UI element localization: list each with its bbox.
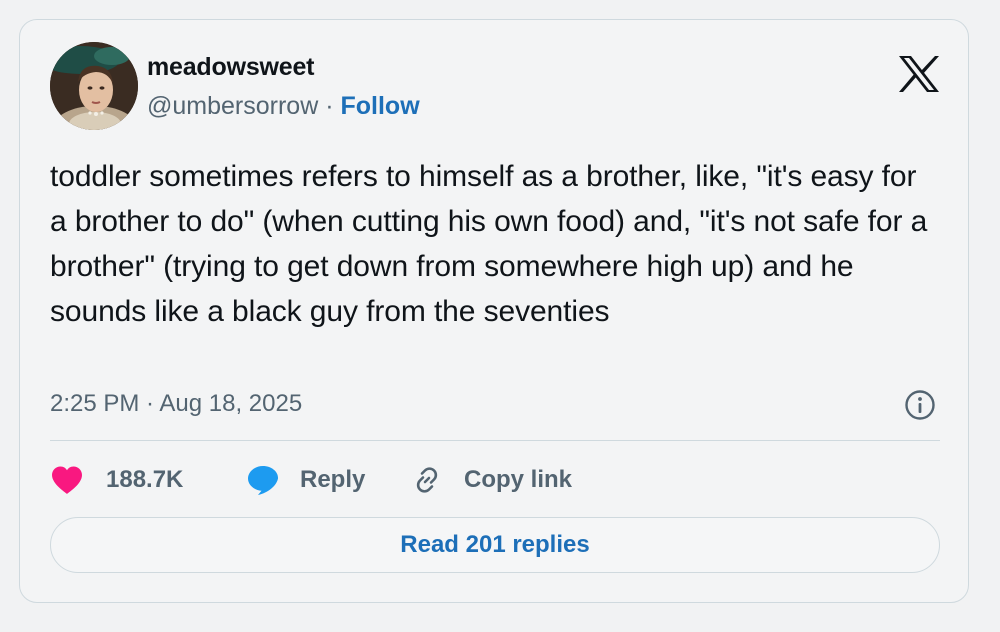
handle-separator: · [325, 92, 334, 120]
link-icon [412, 465, 442, 495]
x-logo-icon[interactable] [897, 54, 941, 94]
reply-label: Reply [300, 466, 366, 493]
reply-button[interactable]: Reply [246, 460, 365, 500]
copy-link-button[interactable]: Copy link [412, 460, 572, 500]
handle[interactable]: @umbersorrow [147, 92, 318, 120]
info-icon[interactable] [904, 389, 936, 421]
heart-icon [50, 465, 84, 495]
copy-link-label: Copy link [464, 466, 573, 493]
handle-line: @umbersorrow · Follow [147, 92, 420, 121]
tweet-text: toddler sometimes refers to himself as a… [50, 160, 928, 328]
tweet-timestamp[interactable]: 2:25 PM · Aug 18, 2025 [50, 390, 302, 418]
like-button[interactable]: 188.7K [50, 460, 183, 500]
avatar[interactable] [50, 42, 138, 130]
like-count: 188.7K [106, 466, 184, 493]
speech-bubble-icon [246, 464, 280, 496]
portrait-avatar-icon [50, 42, 138, 130]
divider [50, 440, 940, 441]
follow-button[interactable]: Follow [341, 92, 420, 120]
read-replies-button[interactable]: Read 201 replies [50, 517, 940, 573]
read-replies-label: Read 201 replies [400, 531, 590, 558]
tweet-card: meadowsweet @umbersorrow · Follow toddle… [19, 19, 969, 603]
display-name[interactable]: meadowsweet [147, 53, 315, 82]
